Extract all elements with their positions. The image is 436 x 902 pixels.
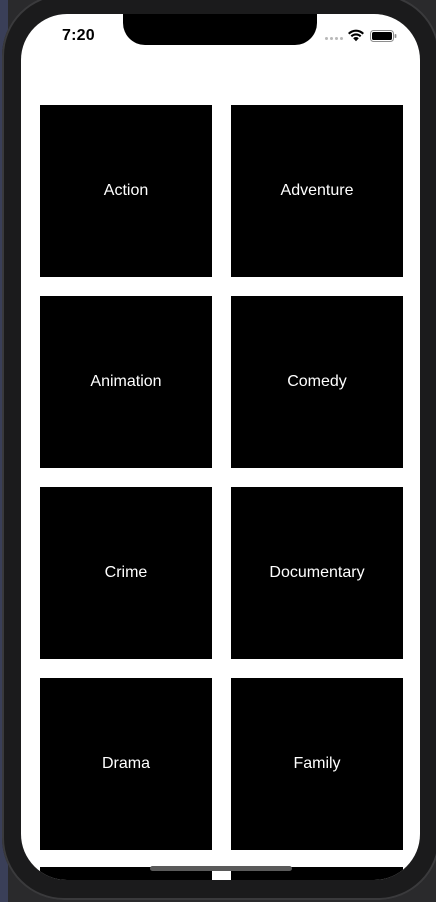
status-bar: 7:20	[21, 14, 420, 58]
genre-tile-adventure[interactable]: Adventure	[231, 105, 403, 277]
genre-label: Documentary	[269, 564, 365, 581]
wifi-icon	[348, 29, 364, 42]
genre-tile-crime[interactable]: Crime	[40, 487, 212, 659]
genre-label: Adventure	[280, 182, 354, 199]
genre-label: Comedy	[287, 373, 347, 390]
genre-tile-drama[interactable]: Drama	[40, 678, 212, 850]
genre-grid: Action Adventure Animation Comedy Crime …	[40, 105, 403, 850]
home-indicator-mark	[212, 872, 230, 880]
genre-label: Animation	[90, 373, 162, 390]
genre-tile-documentary[interactable]: Documentary	[231, 487, 403, 659]
signal-dots-icon	[325, 37, 343, 40]
app-screen: 7:20 Action Adventure Animation Comedy C…	[21, 14, 420, 880]
genre-tile-family[interactable]: Family	[231, 678, 403, 850]
genre-tile-action[interactable]: Action	[40, 105, 212, 277]
device-notch	[123, 14, 317, 45]
genre-label: Drama	[101, 755, 150, 772]
home-indicator[interactable]	[150, 866, 292, 871]
genre-tile-comedy[interactable]: Comedy	[231, 296, 403, 468]
genre-label: Crime	[104, 564, 148, 581]
status-time: 7:20	[62, 27, 95, 44]
simulator-device: 7:20 Action Adventure Animation Comedy C…	[0, 0, 436, 902]
genre-label: Action	[103, 182, 149, 199]
genre-tile-animation[interactable]: Animation	[40, 296, 212, 468]
genre-label: Family	[293, 755, 341, 772]
battery-icon	[370, 30, 397, 42]
